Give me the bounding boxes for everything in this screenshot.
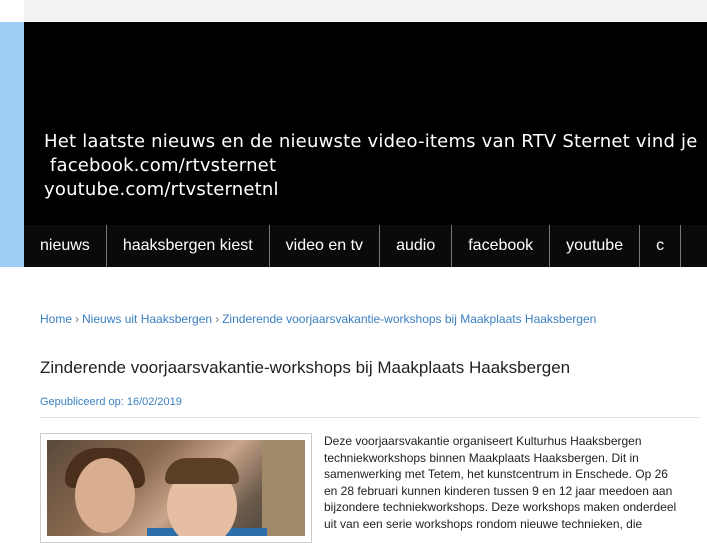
site-header-banner: Het laatste nieuws en de nieuwste video-…	[24, 22, 707, 225]
publish-date: Gepubliceerd op: 16/02/2019	[40, 396, 182, 408]
left-gutter	[0, 267, 24, 530]
breadcrumb-separator: ›	[215, 312, 220, 326]
breadcrumb-current[interactable]: Zinderende voorjaarsvakantie-workshops b…	[222, 312, 596, 326]
nav-item-audio[interactable]: audio	[380, 225, 453, 267]
article-line: techniekworkshops binnen Maakplaats Haak…	[324, 450, 639, 465]
breadcrumb-section[interactable]: Nieuws uit Haaksbergen	[82, 312, 212, 326]
header-line: Het laatste nieuws en de nieuwste video-…	[44, 131, 698, 152]
article-body: Deze voorjaarsvakantie organiseert Kultu…	[324, 433, 704, 532]
breadcrumb: Home › Nieuws uit Haaksbergen › Zinderende v…	[40, 312, 596, 326]
main-content: Home › Nieuws uit Haaksbergen › Zinderende v…	[24, 267, 707, 543]
left-accent-strip	[0, 22, 24, 267]
article-line: samenwerking met Tetem, het kunstcentrum…	[324, 467, 668, 481]
article-line: en 28 februari kunnen kinderen tussen 9 …	[324, 483, 673, 498]
photo-woman-face	[75, 458, 135, 533]
breadcrumb-home[interactable]: Home	[40, 312, 72, 326]
article-photo	[47, 440, 305, 536]
nav-item-video-en-tv[interactable]: video en tv	[270, 225, 381, 267]
main-nav: nieuws haaksbergen kiest video en tv aud…	[24, 225, 707, 267]
top-bar	[24, 0, 707, 22]
nav-item-haaksbergen-kiest[interactable]: haaksbergen kiest	[107, 225, 270, 267]
nav-item-facebook[interactable]: facebook	[452, 225, 551, 267]
nav-item-youtube[interactable]: youtube	[550, 225, 641, 267]
breadcrumb-separator: ›	[75, 312, 80, 326]
article-line: bijzondere techniekworkshops. Deze works…	[324, 500, 677, 514]
nav-item-overflow[interactable]: c	[640, 225, 682, 267]
youtube-link[interactable]: youtube.com/rtvsternetnl	[44, 178, 698, 202]
nav-item-nieuws[interactable]: nieuws	[24, 225, 107, 267]
header-announcement: Het laatste nieuws en de nieuwste video-…	[44, 130, 698, 202]
photo-background	[262, 440, 305, 536]
facebook-link[interactable]: facebook.com/rtvsternet	[44, 154, 698, 178]
divider	[40, 417, 700, 418]
article-image[interactable]	[40, 433, 312, 543]
page-title: Zinderende voorjaarsvakantie-workshops b…	[40, 358, 571, 377]
photo-child-hair	[165, 458, 239, 484]
article-line: Deze voorjaarsvakantie organiseert Kultu…	[324, 434, 642, 448]
